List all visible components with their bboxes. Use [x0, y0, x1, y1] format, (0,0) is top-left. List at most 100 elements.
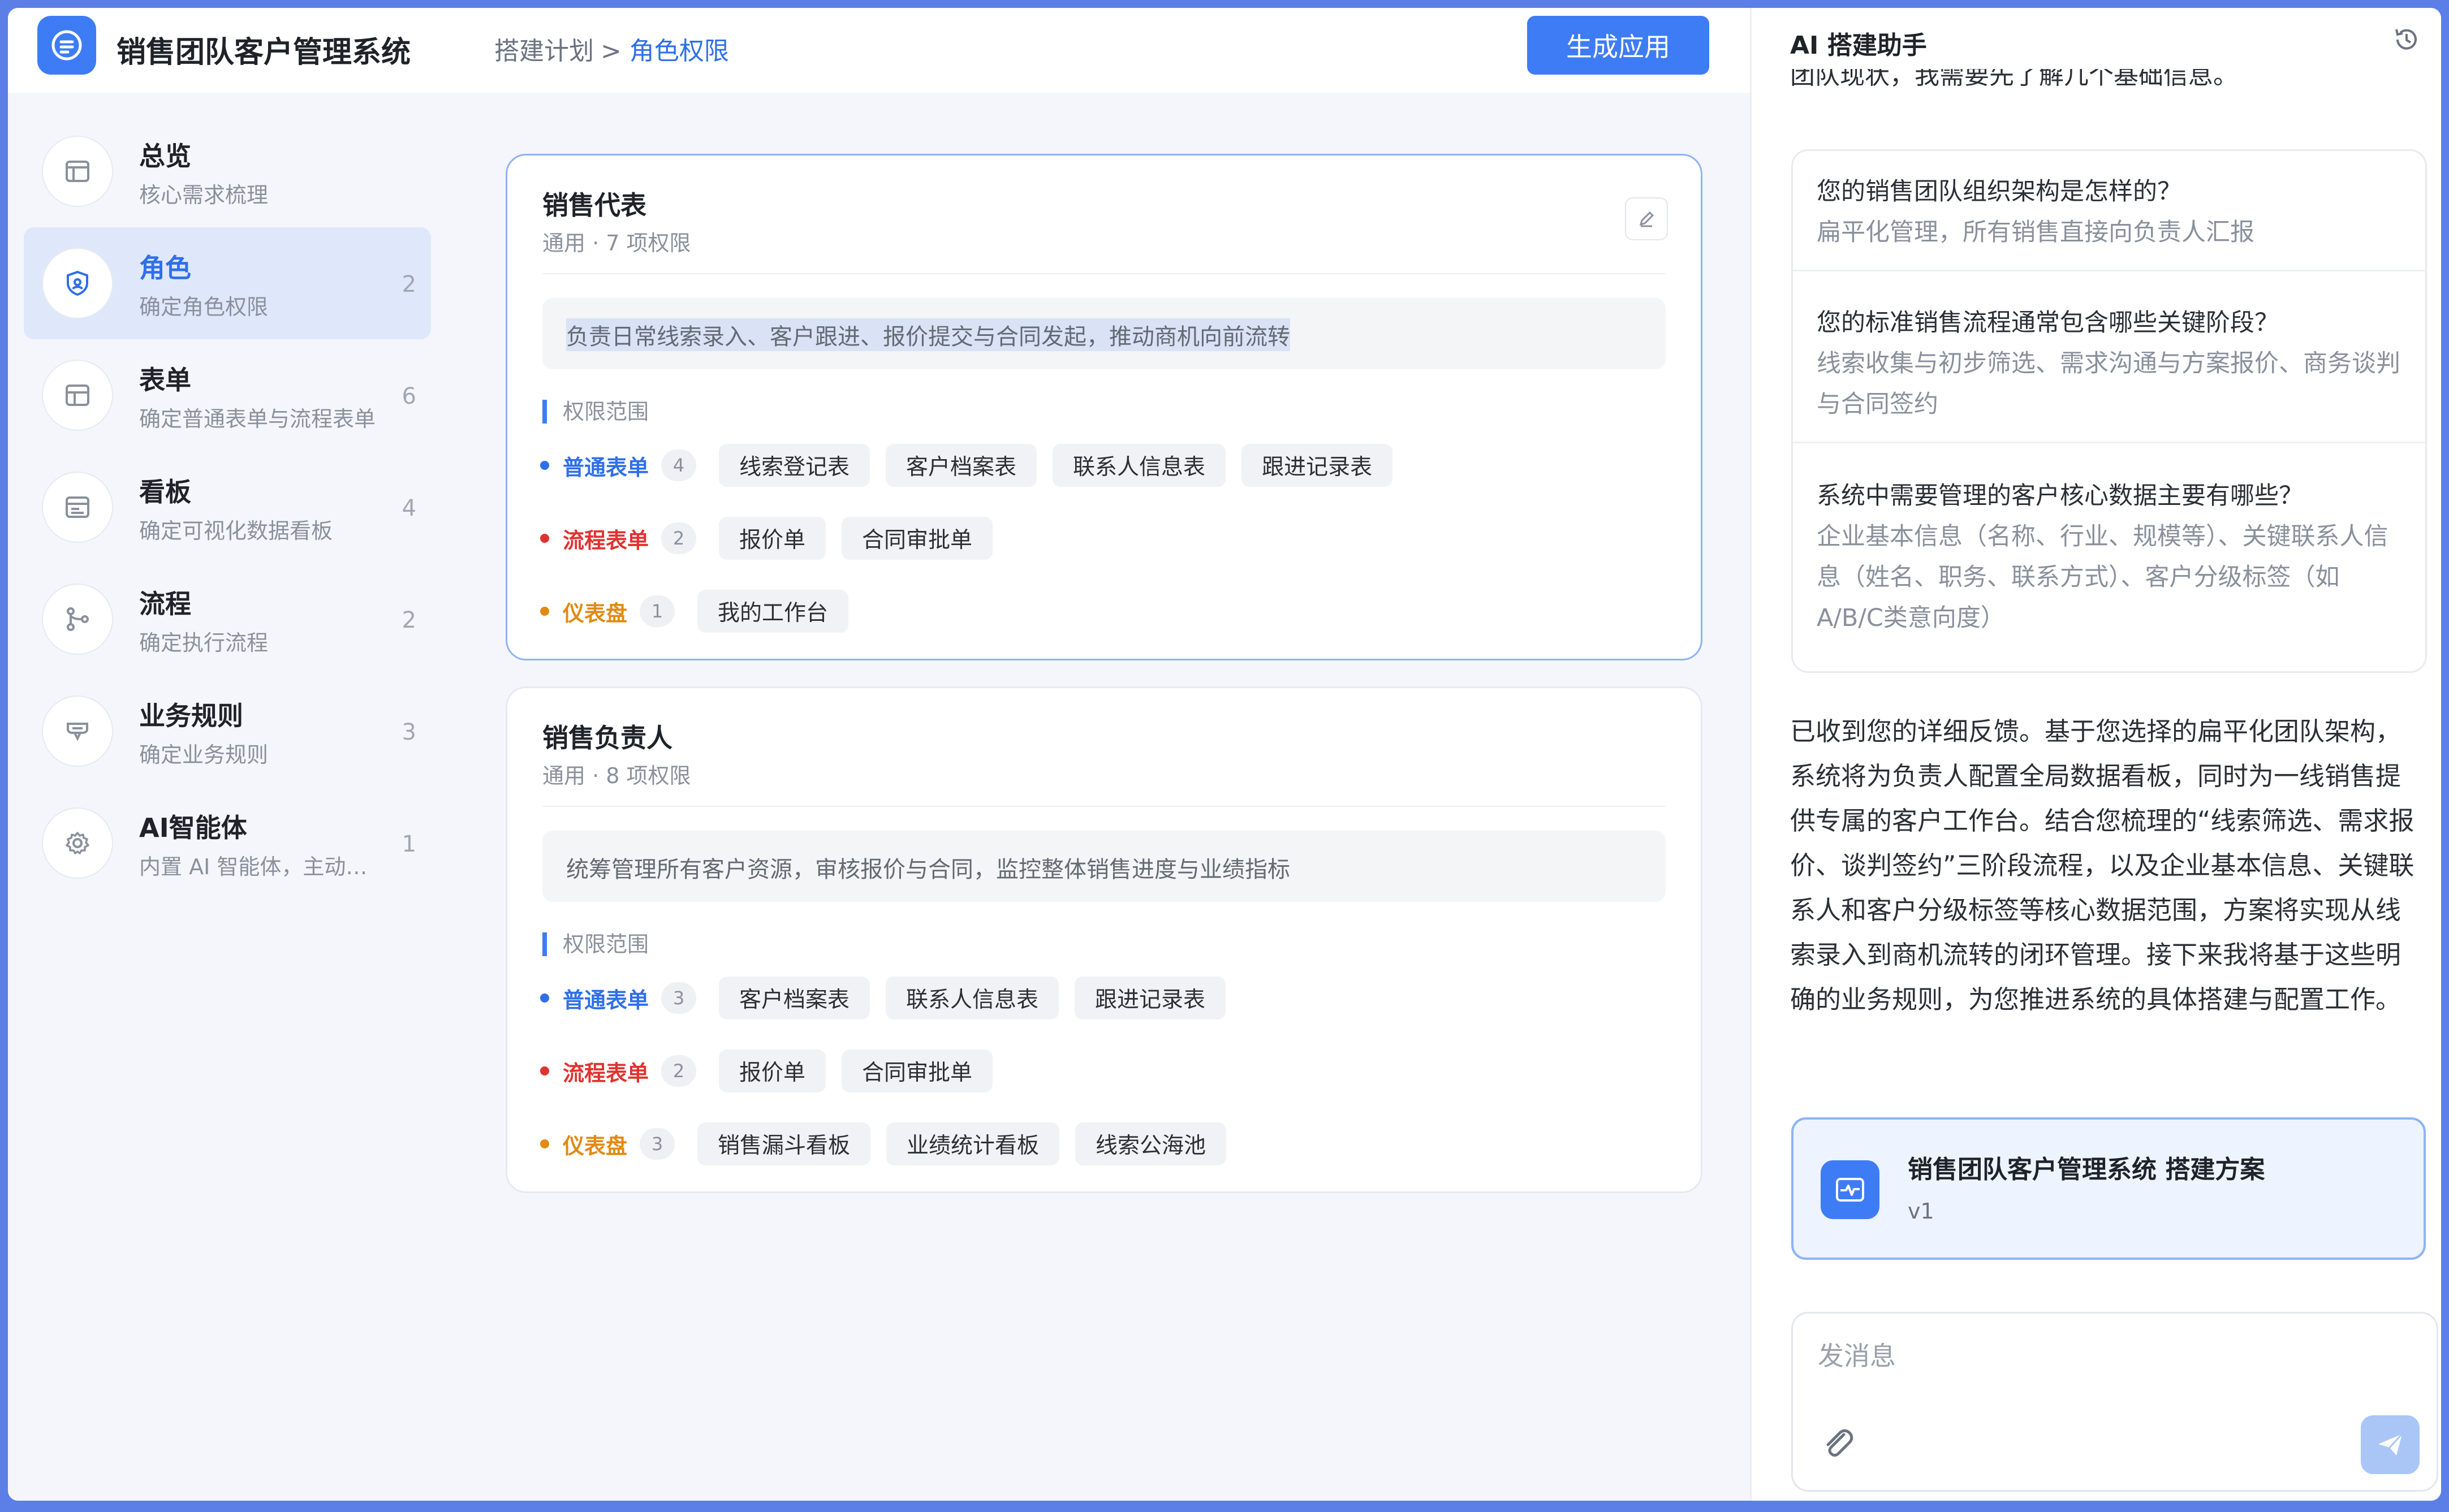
- breadcrumb-parent[interactable]: 搭建计划: [494, 37, 594, 66]
- sidebar-item-name: 表单: [139, 365, 191, 395]
- sidebar-item-count: 2: [402, 607, 416, 633]
- plan-pulse-icon: [1821, 1160, 1879, 1219]
- sidebar-item-count: 6: [402, 383, 416, 409]
- overview-icon: [43, 137, 112, 206]
- perm-chip[interactable]: 客户档案表: [886, 444, 1037, 487]
- ai-agent-gear-icon: [43, 809, 112, 878]
- dashboard-icon: [43, 473, 112, 542]
- perm-chip[interactable]: 联系人信息表: [886, 977, 1059, 1019]
- perm-chip[interactable]: 跟进记录表: [1075, 977, 1226, 1019]
- pencil-icon: [1639, 211, 1654, 227]
- perm-chip[interactable]: 业绩统计看板: [886, 1122, 1060, 1165]
- sidebar-item-count: 1: [402, 831, 416, 857]
- qa-answer: 线索收集与初步筛选、需求沟通与方案报价、商务谈判与合同签约: [1817, 349, 2400, 418]
- role-title: 销售负责人: [542, 723, 672, 753]
- perm-chip[interactable]: 报价单: [719, 1049, 826, 1092]
- perm-chip[interactable]: 销售漏斗看板: [697, 1122, 871, 1165]
- group-label: 仪表盘: [563, 601, 628, 626]
- group-dot: [540, 1066, 549, 1075]
- sidebar: 总览 核心需求梳理 角色 确定角色权限 2 表单 确定普通表单与流程表单 6 看…: [24, 115, 431, 899]
- group-count-badge: 3: [640, 1128, 675, 1160]
- sidebar-item-ai-agent[interactable]: AI智能体 内置 AI 智能体，主动执行任务 1: [24, 787, 431, 899]
- sidebar-item-desc: 核心需求梳理: [139, 183, 269, 208]
- role-description: 负责日常线索录入、客户跟进、报价提交与合同发起，推动商机向前流转: [566, 318, 1290, 351]
- sidebar-item-desc: 确定执行流程: [139, 630, 269, 655]
- assistant-title: AI 搭建助手: [1790, 31, 1927, 60]
- group-dot: [540, 607, 549, 616]
- sidebar-item-name: AI智能体: [139, 813, 247, 843]
- qa-answer: 企业基本信息（名称、行业、规模等）、关键联系人信息（姓名、职务、联系方式）、客户…: [1817, 522, 2388, 632]
- build-plan-card[interactable]: 销售团队客户管理系统 搭建方案 v1: [1791, 1117, 2426, 1260]
- app-window: 销售团队客户管理系统 搭建计划 > 角色权限 生成应用 总览 核心需求梳理 角色 确…: [8, 8, 2441, 1501]
- perm-chip[interactable]: 报价单: [719, 517, 826, 560]
- group-dot: [540, 993, 549, 1003]
- sidebar-item-business-rules[interactable]: 业务规则 确定业务规则 3: [24, 675, 431, 787]
- group-count-badge: 3: [661, 982, 697, 1014]
- app-title: 销售团队客户管理系统: [117, 36, 411, 70]
- history-icon[interactable]: [2391, 24, 2422, 55]
- group-label: 流程表单: [563, 1060, 649, 1086]
- top-header: 销售团队客户管理系统 搭建计划 > 角色权限 生成应用: [8, 8, 1750, 93]
- app-logo-icon: [37, 16, 96, 75]
- generate-app-button[interactable]: 生成应用: [1527, 16, 1709, 75]
- group-count-badge: 1: [640, 595, 675, 627]
- perm-group-normal-forms: 普通表单 3 客户档案表 联系人信息表 跟进记录表: [540, 975, 1241, 1021]
- breadcrumb-current: 角色权限: [629, 37, 729, 66]
- breadcrumb-separator: >: [601, 37, 622, 66]
- rule-icon: [43, 697, 112, 766]
- message-composer: [1791, 1312, 2438, 1492]
- ai-assistant-panel: AI 搭建助手 团队现状，我需要先了解几个基础信息。 您的销售团队组织架构是怎样…: [1750, 8, 2441, 1501]
- group-count-badge: 2: [661, 1055, 697, 1087]
- send-button[interactable]: [2361, 1415, 2420, 1474]
- role-meta: 通用 · 7 项权限: [542, 231, 691, 256]
- divider: [542, 273, 1666, 274]
- qa-answer: 扁平化管理，所有销售直接向负责人汇报: [1817, 218, 2254, 247]
- perm-chip[interactable]: 线索公海池: [1075, 1122, 1227, 1165]
- scope-title: 权限范围: [542, 932, 649, 956]
- perm-group-dashboards: 仪表盘 1 我的工作台: [540, 589, 864, 634]
- group-dot: [540, 1139, 549, 1148]
- plan-title: 销售团队客户管理系统 搭建方案: [1908, 1155, 2265, 1184]
- form-table-icon: [43, 361, 112, 430]
- group-label: 普通表单: [563, 455, 649, 480]
- breadcrumb: 搭建计划 > 角色权限: [494, 31, 729, 67]
- group-dot: [540, 461, 549, 470]
- qa-question: 您的标准销售流程通常包含哪些关键阶段？: [1817, 309, 2279, 337]
- perm-chip[interactable]: 合同审批单: [842, 1049, 993, 1092]
- group-label: 仪表盘: [563, 1133, 628, 1159]
- qa-question: 您的销售团队组织架构是怎样的？: [1817, 178, 2181, 206]
- paperclip-icon[interactable]: [1817, 1422, 1859, 1464]
- perm-chip[interactable]: 联系人信息表: [1053, 444, 1226, 487]
- message-input[interactable]: [1817, 1333, 2407, 1379]
- qa-summary-card: 您的销售团队组织架构是怎样的？ 扁平化管理，所有销售直接向负责人汇报 您的标准销…: [1791, 149, 2427, 673]
- sidebar-item-name: 流程: [139, 589, 191, 619]
- perm-chip[interactable]: 合同审批单: [842, 517, 993, 560]
- perm-chip[interactable]: 跟进记录表: [1241, 444, 1393, 487]
- sidebar-item-roles[interactable]: 角色 确定角色权限 2: [24, 227, 431, 339]
- role-meta: 通用 · 8 项权限: [542, 763, 691, 788]
- sidebar-item-overview[interactable]: 总览 核心需求梳理: [24, 115, 431, 227]
- perm-group-flow-forms: 流程表单 2 报价单 合同审批单: [540, 516, 1008, 561]
- sidebar-item-dashboards[interactable]: 看板 确定可视化数据看板 4: [24, 451, 431, 563]
- sidebar-item-count: 3: [402, 719, 416, 745]
- sidebar-item-desc: 确定角色权限: [139, 295, 269, 319]
- sidebar-item-forms[interactable]: 表单 确定普通表单与流程表单 6: [24, 339, 431, 451]
- sidebar-item-flows[interactable]: 流程 确定执行流程 2: [24, 563, 431, 675]
- edit-role-button[interactable]: [1625, 197, 1668, 240]
- role-card-sales-rep[interactable]: 销售代表 通用 · 7 项权限 负责日常线索录入、客户跟进、报价提交与合同发起，…: [506, 154, 1702, 660]
- sidebar-item-name: 角色: [139, 253, 191, 283]
- role-card-sales-lead[interactable]: 销售负责人 通用 · 8 项权限 统筹管理所有客户资源，审核报价与合同，监控整体…: [506, 686, 1702, 1193]
- group-label: 普通表单: [563, 987, 649, 1013]
- sidebar-item-count: 4: [402, 495, 416, 521]
- perm-chip[interactable]: 我的工作台: [697, 590, 849, 633]
- perm-group-normal-forms: 普通表单 4 线索登记表 客户档案表 联系人信息表 跟进记录表: [540, 443, 1408, 488]
- qa-item: 系统中需要管理的客户核心数据主要有哪些？ 企业基本信息（名称、行业、规模等）、关…: [1817, 476, 2405, 638]
- perm-group-dashboards: 仪表盘 3 销售漏斗看板 业绩统计看板 线索公海池: [540, 1121, 1242, 1167]
- sidebar-item-desc: 内置 AI 智能体，主动执行任务: [139, 854, 388, 879]
- role-description: 统筹管理所有客户资源，审核报价与合同，监控整体销售进度与业绩指标: [566, 857, 1290, 883]
- sidebar-item-name: 总览: [139, 141, 191, 171]
- perm-chip[interactable]: 客户档案表: [719, 977, 870, 1019]
- group-dot: [540, 534, 549, 543]
- group-count-badge: 2: [661, 522, 697, 554]
- perm-chip[interactable]: 线索登记表: [719, 444, 870, 487]
